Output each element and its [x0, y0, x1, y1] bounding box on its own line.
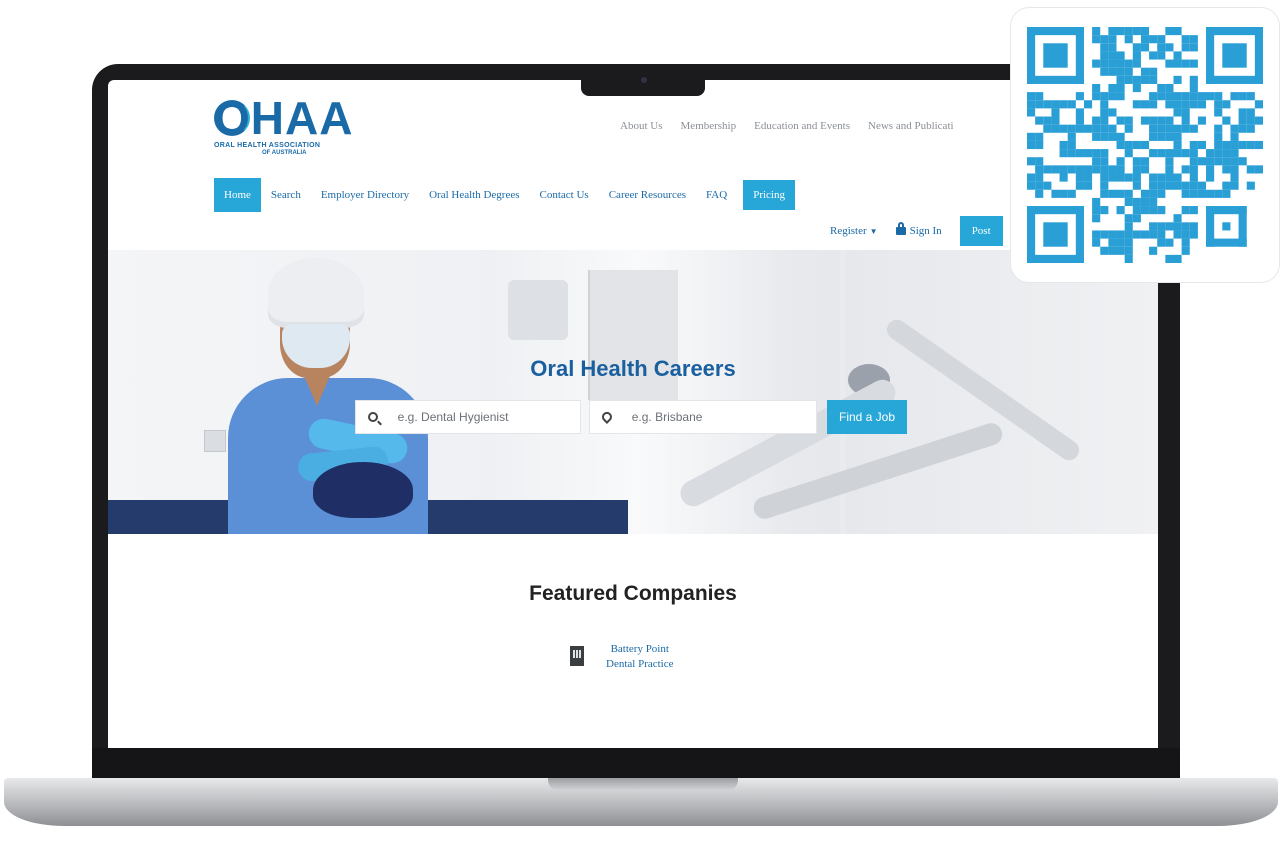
- nav-career-resources[interactable]: Career Resources: [599, 178, 696, 212]
- account-bar: Register ▼ Sign In Post: [830, 216, 1003, 246]
- logo-wordmark: OHAA: [214, 94, 353, 142]
- location-field[interactable]: [589, 400, 817, 434]
- top-nav: About Us Membership Education and Events…: [620, 120, 954, 132]
- register-dropdown[interactable]: Register ▼: [830, 225, 878, 237]
- keyword-field[interactable]: [355, 400, 581, 434]
- nav-employer-directory[interactable]: Employer Directory: [311, 178, 419, 212]
- job-search-form: Find a Job: [355, 400, 908, 434]
- qr-code-icon: [1027, 27, 1263, 263]
- keyword-input[interactable]: [397, 410, 568, 424]
- company-name-link[interactable]: Battery Point Dental Practice: [606, 642, 674, 672]
- logo-tagline-sub: OF AUSTRALIA: [262, 150, 307, 156]
- search-icon: [368, 412, 378, 422]
- dental-chair: [313, 462, 413, 518]
- logo-tagline: ORAL HEALTH ASSOCIATION: [214, 142, 321, 149]
- logo-text: OHAA: [214, 92, 354, 144]
- location-input[interactable]: [631, 410, 804, 424]
- nav-faq[interactable]: FAQ: [696, 178, 737, 212]
- hero-title: Oral Health Careers: [530, 356, 736, 381]
- featured-companies-title: Featured Companies: [529, 582, 737, 605]
- laptop-chin: [92, 748, 1180, 778]
- building-icon: [570, 646, 584, 666]
- top-nav-education-events[interactable]: Education and Events: [754, 120, 850, 132]
- surgical-cap: [268, 258, 364, 328]
- nav-home[interactable]: Home: [214, 178, 261, 212]
- ohaa-logo[interactable]: OHAA ORAL HEALTH ASSOCIATION OF AUSTRALI…: [214, 94, 374, 164]
- camera-notch: [581, 64, 705, 96]
- main-nav: Home Search Employer Directory Oral Heal…: [214, 178, 795, 212]
- qr-code-card: [1011, 8, 1279, 282]
- hero-banner: Oral Health Careers Find a Job: [108, 250, 1158, 534]
- map-pin-icon: [599, 410, 614, 424]
- top-nav-about-us[interactable]: About Us: [620, 120, 662, 132]
- camera-icon: [641, 77, 647, 83]
- caret-down-icon: ▼: [869, 227, 878, 236]
- browser-screen: OHAA ORAL HEALTH ASSOCIATION OF AUSTRALI…: [108, 80, 1158, 748]
- nav-search[interactable]: Search: [261, 178, 311, 212]
- company-name-line-1: Battery Point: [610, 643, 669, 655]
- featured-companies: Featured Companies Battery Point Dental …: [108, 534, 1158, 748]
- register-label: Register: [830, 225, 867, 237]
- lock-icon: [895, 222, 906, 235]
- post-job-button[interactable]: Post: [959, 216, 1003, 246]
- nav-contact-us[interactable]: Contact Us: [530, 178, 599, 212]
- top-nav-membership[interactable]: Membership: [680, 120, 736, 132]
- company-name-line-2: Dental Practice: [606, 658, 674, 670]
- hero-lamp: [508, 280, 568, 340]
- nav-pricing[interactable]: Pricing: [743, 180, 795, 210]
- sign-in-label: Sign In: [909, 225, 942, 237]
- nav-oral-health-degrees[interactable]: Oral Health Degrees: [419, 178, 529, 212]
- top-nav-news-publications[interactable]: News and Publicati: [868, 120, 954, 132]
- featured-company-item[interactable]: Battery Point Dental Practice: [570, 642, 674, 672]
- find-a-job-button[interactable]: Find a Job: [827, 400, 908, 434]
- laptop-base-notch: [548, 778, 738, 790]
- sign-in-link[interactable]: Sign In: [895, 222, 942, 237]
